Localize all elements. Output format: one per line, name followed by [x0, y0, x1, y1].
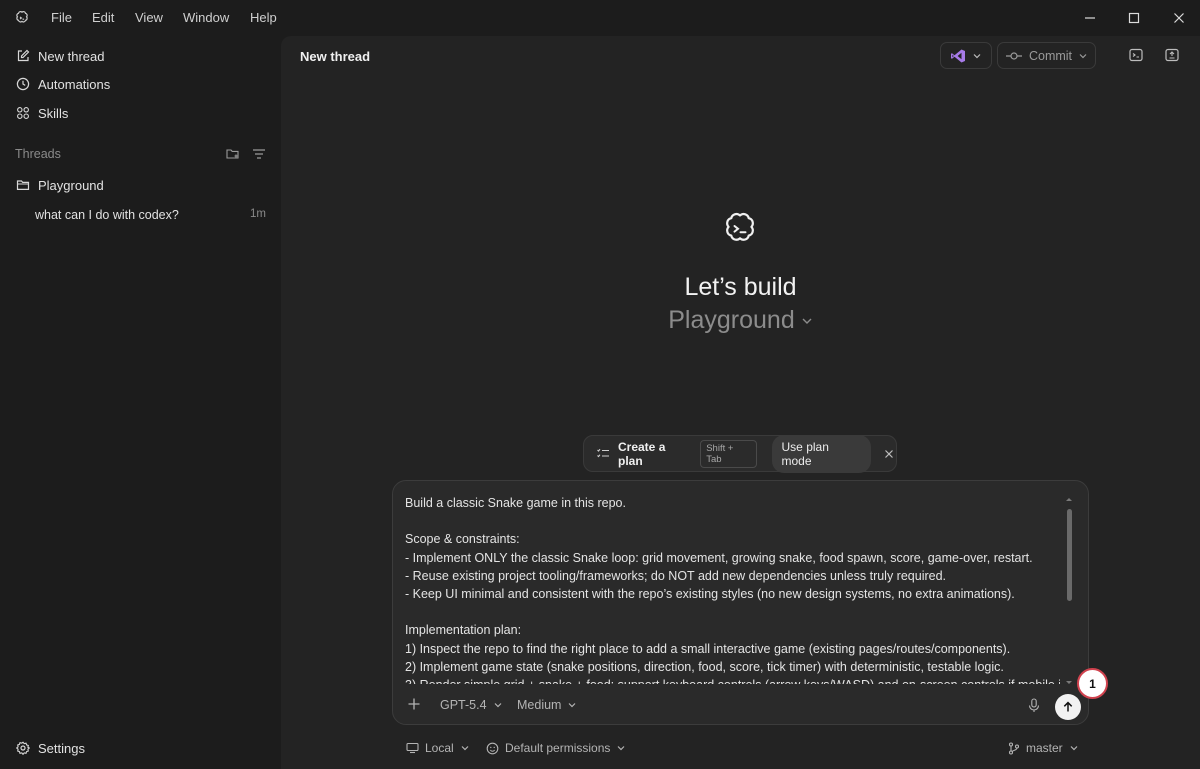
minimize-icon[interactable] [1075, 6, 1105, 30]
shortcut-badge: Shift + Tab [700, 439, 757, 468]
composer: Build a classic Snake game in this repo.… [392, 480, 1089, 725]
threads-header: Threads [15, 147, 61, 161]
thread-title: what can I do with codex? [35, 208, 179, 222]
prompt-line: 1) Inspect the repo to find the right pl… [405, 641, 1011, 656]
gear-icon [16, 741, 30, 755]
effort-selector[interactable]: Medium [517, 698, 577, 712]
title-bar: File Edit View Window Help [0, 0, 1200, 36]
hero-project-name: Playground [668, 306, 795, 334]
checklist-icon [596, 447, 610, 461]
prompt-line: 3) Render simple grid + snake + food; su… [405, 676, 1060, 684]
chevron-down-icon [801, 315, 813, 327]
folder-icon [16, 178, 30, 192]
model-selector[interactable]: GPT-5.4 [440, 698, 503, 712]
prompt-line: 2) Implement game state (snake positions… [405, 659, 1004, 674]
sidebar-item-automations[interactable]: Automations [16, 73, 110, 95]
menu-window[interactable]: Window [183, 10, 229, 25]
prompt-line: - Implement ONLY the classic Snake loop:… [405, 550, 1033, 565]
branch-selector[interactable]: master [1008, 741, 1079, 755]
send-button[interactable] [1055, 694, 1081, 720]
commit-icon [1005, 50, 1023, 62]
branch-label: master [1026, 741, 1063, 755]
skills-grid-icon [16, 106, 30, 120]
hero-title: Let’s build [684, 273, 797, 301]
prompt-line [405, 603, 1060, 621]
visual-studio-icon [950, 48, 966, 64]
notification-badge: 1 [1077, 668, 1108, 699]
composer-toolbar: GPT-5.4 Medium [393, 691, 1090, 723]
filter-icon[interactable] [251, 146, 267, 162]
thread-time: 1m [250, 208, 266, 220]
prompt-line [405, 512, 1060, 530]
codex-logo-icon [720, 210, 760, 250]
prompt-line: Build a classic Snake game in this repo. [405, 496, 626, 510]
page-title: New thread [300, 49, 371, 64]
menu-view[interactable]: View [135, 10, 163, 25]
terminal-icon[interactable] [1128, 47, 1144, 63]
menu-edit[interactable]: Edit [92, 10, 114, 25]
prompt-input[interactable]: Build a classic Snake game in this repo.… [405, 494, 1060, 684]
effort-label: Medium [517, 698, 562, 712]
chevron-down-icon [972, 51, 982, 61]
prompt-line: Scope & constraints: [405, 532, 520, 547]
plan-suggestion: Create a plan Shift + Tab Use plan mode [583, 434, 897, 473]
commit-label: Commit [1028, 48, 1073, 63]
close-icon[interactable] [1164, 6, 1194, 30]
chevron-down-icon [1078, 51, 1088, 61]
clock-icon [16, 77, 30, 91]
sidebar-item-skills[interactable]: Skills [16, 102, 68, 124]
microphone-icon[interactable] [1028, 698, 1040, 713]
thread-item[interactable]: what can I do with codex? 1m [35, 208, 266, 222]
commit-button[interactable]: Commit [997, 42, 1096, 69]
environment-selector[interactable]: Local [406, 741, 470, 755]
compose-icon [16, 49, 30, 63]
environment-label: Local [425, 741, 454, 755]
sidebar: New thread Automations Skills Threads Pl… [0, 36, 281, 769]
prompt-line: Implementation plan: [405, 623, 522, 638]
prompt-line: - Reuse existing project tooling/framewo… [405, 568, 947, 583]
panel-toggle-icon[interactable] [1164, 47, 1180, 63]
attach-plus-icon[interactable] [407, 697, 421, 711]
prompt-line: - Keep UI minimal and consistent with th… [405, 587, 1015, 601]
sidebar-item-label: Automations [38, 76, 111, 92]
sidebar-item-label: Skills [38, 105, 69, 121]
menu-help[interactable]: Help [250, 10, 277, 25]
create-plan-label: Create a plan [618, 439, 666, 468]
scrollbar-thumb[interactable] [1067, 509, 1072, 601]
close-icon[interactable] [882, 447, 896, 461]
model-label: GPT-5.4 [440, 698, 487, 712]
permissions-selector[interactable]: Default permissions [486, 741, 626, 755]
sidebar-item-label: New thread [38, 48, 105, 64]
maximize-icon[interactable] [1119, 6, 1149, 30]
project-selector[interactable]: Playground [281, 306, 1200, 335]
project-label: Playground [38, 177, 104, 193]
codex-app-icon [14, 10, 30, 26]
settings-button[interactable]: Settings [16, 737, 85, 759]
project-playground[interactable]: Playground [16, 174, 104, 196]
sidebar-item-new-thread[interactable]: New thread [16, 45, 104, 67]
open-in-editor-button[interactable] [940, 42, 992, 69]
new-folder-icon[interactable] [225, 146, 241, 162]
use-plan-mode-button[interactable]: Use plan mode [771, 434, 871, 473]
main-panel: New thread Commit Let’s build Playground [281, 36, 1200, 769]
settings-label: Settings [38, 740, 85, 756]
menu-file[interactable]: File [51, 10, 72, 25]
permissions-label: Default permissions [505, 741, 611, 755]
composer-scrollbar[interactable] [1063, 493, 1075, 689]
